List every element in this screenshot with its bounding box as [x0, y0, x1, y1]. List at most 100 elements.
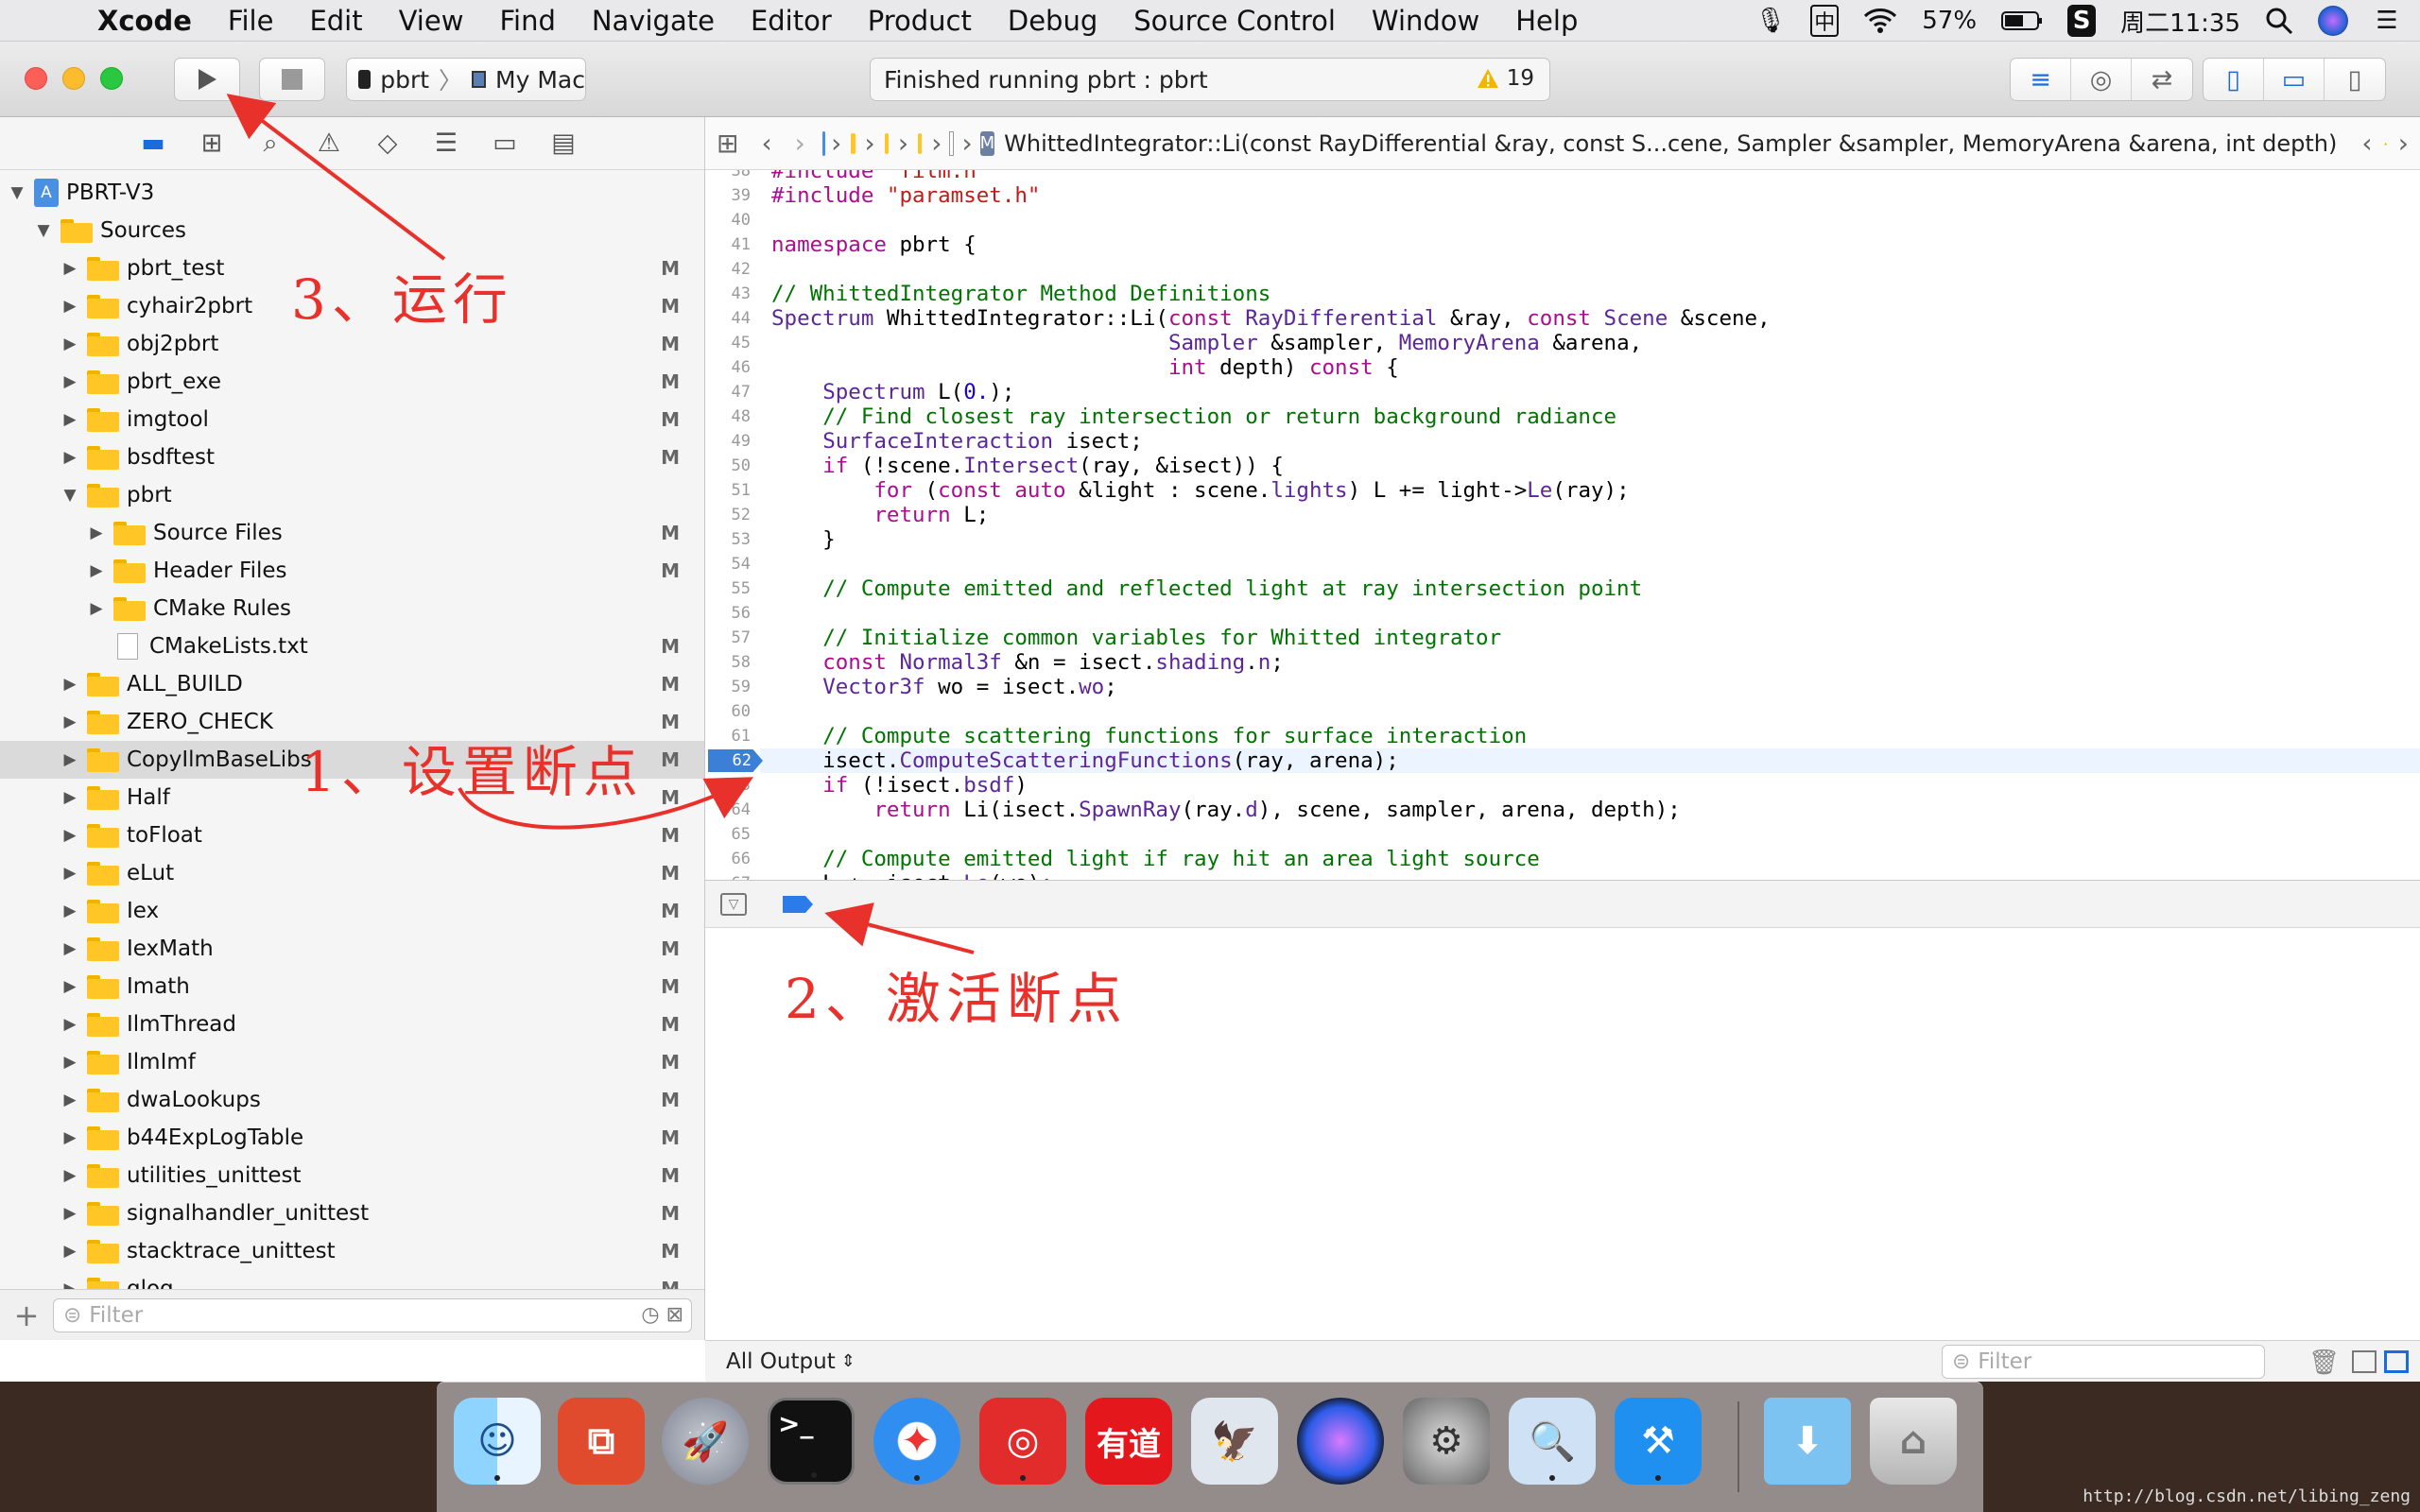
recent-files-icon[interactable]: ◷ ⊠ — [641, 1303, 683, 1327]
disclosure-closed-icon[interactable]: ▶ — [60, 372, 79, 391]
line-number[interactable]: 61 — [705, 727, 760, 746]
line-number[interactable]: 63 — [705, 776, 760, 795]
navigator-filter-input[interactable]: ⊜ Filter ◷ ⊠ — [53, 1297, 692, 1332]
disclosure-open-icon[interactable]: ▼ — [34, 221, 53, 240]
line-number[interactable]: 55 — [705, 579, 760, 598]
symbol-navigator-icon[interactable]: ⊞ — [195, 129, 229, 158]
assistant-editor-icon[interactable]: ◎ — [2071, 59, 2132, 100]
line-number[interactable]: 49 — [705, 432, 760, 451]
notification-center-icon[interactable]: ☰ — [2373, 5, 2401, 37]
code-line[interactable]: Spectrum L(0.); — [771, 380, 2416, 404]
debug-area-toggle-icon[interactable]: ▭ — [2264, 59, 2325, 100]
line-number[interactable]: 44 — [705, 309, 760, 328]
navigator-row[interactable]: ▶ ALL_BUILD M — [0, 665, 704, 703]
code-line[interactable]: // Find closest ray intersection or retu… — [771, 404, 2416, 429]
line-number[interactable]: 56 — [705, 604, 760, 623]
menu-find[interactable]: Find — [481, 5, 573, 37]
disclosure-closed-icon[interactable]: ▶ — [60, 410, 79, 429]
code-line[interactable]: return L; — [771, 503, 2416, 527]
line-number[interactable]: 65 — [705, 825, 760, 844]
disclosure-closed-icon[interactable]: ▶ — [87, 561, 106, 580]
output-selector[interactable]: All Output — [726, 1349, 836, 1374]
cpp-file-crumb-icon[interactable] — [949, 130, 955, 156]
disclosure-closed-icon[interactable]: ▶ — [87, 524, 106, 542]
code-line[interactable]: Sampler &sampler, MemoryArena &arena, — [771, 331, 2416, 355]
code-line[interactable]: // WhittedIntegrator Method Definitions — [771, 282, 2416, 306]
navigator-row[interactable]: ▼ pbrt — [0, 476, 704, 514]
disclosure-closed-icon[interactable]: ▶ — [60, 1242, 79, 1261]
zoom-window-button[interactable] — [100, 67, 123, 90]
console-filter-input[interactable]: ⊜ Filter — [1942, 1345, 2265, 1379]
line-number[interactable]: 43 — [705, 284, 760, 303]
breakpoint-marker[interactable]: 62 — [708, 749, 763, 772]
disclosure-closed-icon[interactable]: ▶ — [60, 1091, 79, 1109]
disclosure-closed-icon[interactable]: ▶ — [60, 448, 79, 467]
disclosure-closed-icon[interactable]: ▶ — [60, 977, 79, 996]
code-line[interactable]: int depth) const { — [771, 355, 2416, 380]
project-crumb-icon[interactable] — [821, 130, 826, 156]
navigator-row[interactable]: ▶ imgtool M — [0, 401, 704, 438]
navigator-row[interactable]: ▶ CMake Rules — [0, 590, 704, 627]
menu-view[interactable]: View — [381, 5, 482, 37]
code-line[interactable]: namespace pbrt { — [771, 232, 2416, 257]
hide-debug-area-icon[interactable]: ▽ — [720, 893, 747, 916]
navigator-row[interactable]: ▶ Imath M — [0, 968, 704, 1005]
line-number[interactable]: 40 — [705, 211, 760, 230]
line-number[interactable]: 53 — [705, 530, 760, 549]
scheme-selector[interactable]: pbrt 〉 My Mac — [346, 58, 586, 101]
variables-view-toggle-icon[interactable] — [2352, 1350, 2377, 1373]
disclosure-closed-icon[interactable]: ▶ — [60, 335, 79, 353]
line-number[interactable]: 64 — [705, 800, 760, 819]
line-number[interactable]: 48 — [705, 407, 760, 426]
code-line[interactable]: } — [771, 527, 2416, 552]
safari-icon[interactable]: ✦ — [873, 1398, 960, 1485]
line-number[interactable]: 50 — [705, 456, 760, 475]
xcode-icon[interactable]: ⚒ — [1615, 1398, 1702, 1485]
code-line[interactable]: // Compute emitted light if ray hit an a… — [771, 847, 2416, 871]
disclosure-closed-icon[interactable]: ▶ — [60, 1053, 79, 1072]
code-line[interactable]: return Li(isect.SpawnRay(ray.d), scene, … — [771, 798, 2416, 822]
navigator-row[interactable]: ▶ glog M — [0, 1270, 704, 1289]
siri-icon[interactable] — [2318, 6, 2348, 36]
line-number[interactable]: 46 — [705, 358, 760, 377]
preview-icon[interactable]: 🔍 — [1509, 1398, 1596, 1485]
menu-source-control[interactable]: Source Control — [1115, 5, 1354, 37]
code-line[interactable]: L += isect.Le(wo); — [771, 871, 2416, 880]
line-number[interactable]: 47 — [705, 383, 760, 402]
code-line[interactable]: isect.ComputeScatteringFunctions(ray, ar… — [771, 748, 2416, 773]
launchpad-icon[interactable]: 🚀 — [662, 1398, 749, 1485]
disclosure-closed-icon[interactable]: ▶ — [60, 675, 79, 694]
forward-icon[interactable]: › — [784, 128, 817, 159]
clock[interactable]: 周二11:35 — [2120, 5, 2240, 38]
warning-indicator[interactable]: 19 — [1477, 66, 1534, 91]
navigator-row[interactable]: ▶ pbrt_exe M — [0, 363, 704, 401]
folder-crumb-icon[interactable] — [918, 132, 923, 154]
line-number[interactable]: 54 — [705, 555, 760, 574]
line-number[interactable]: 39 — [705, 186, 760, 205]
next-issue-icon[interactable]: › — [2387, 128, 2420, 159]
navigator-row[interactable]: ▶ IlmThread M — [0, 1005, 704, 1043]
disclosure-closed-icon[interactable]: ▶ — [60, 713, 79, 731]
folder-icon[interactable]: ▬ — [136, 129, 170, 158]
preview-bird-icon[interactable]: 🦅 — [1191, 1398, 1278, 1485]
disclosure-closed-icon[interactable]: ▶ — [60, 864, 79, 883]
standard-editor-icon[interactable]: ≡ — [2011, 59, 2071, 100]
back-icon[interactable]: ‹ — [750, 128, 783, 159]
menu-app[interactable]: Xcode — [79, 5, 210, 37]
source-editor[interactable]: 38 39 40 41 42 43 44 45 46 47 48 49 50 51 52 53 54 55 56 57… — [705, 170, 2420, 881]
navigator-row[interactable]: ▶ bsdftest M — [0, 438, 704, 476]
code-line[interactable]: #include "paramset.h" — [771, 183, 2416, 208]
add-file-icon[interactable]: + — [0, 1297, 53, 1333]
code-line[interactable]: for (const auto &light : scene.lights) L… — [771, 478, 2416, 503]
disclosure-closed-icon[interactable]: ▶ — [60, 1015, 79, 1034]
folder-crumb-icon[interactable] — [851, 132, 856, 154]
debug-navigator-icon[interactable]: ☰ — [429, 129, 463, 158]
minimize-window-button[interactable] — [62, 67, 85, 90]
youdao-icon[interactable]: 有道 — [1085, 1398, 1172, 1485]
navigator-row[interactable]: ▶ dwaLookups M — [0, 1081, 704, 1119]
code-line[interactable]: const Normal3f &n = isect.shading.n; — [771, 650, 2416, 675]
finder-icon[interactable]: ☺ — [454, 1398, 541, 1485]
wifi-icon[interactable] — [1863, 5, 1897, 37]
issue-navigator-icon[interactable]: ⚠ — [312, 129, 346, 158]
disclosure-closed-icon[interactable]: ▶ — [87, 599, 106, 618]
